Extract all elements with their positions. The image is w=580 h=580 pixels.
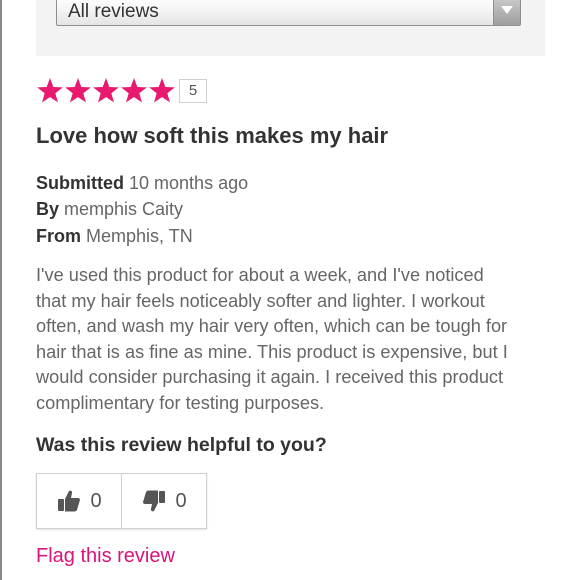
- submitted-value: 10 months ago: [129, 173, 249, 193]
- star-icon: [65, 78, 91, 103]
- review-filter-select[interactable]: All reviews: [56, 0, 521, 26]
- location-label: From: [36, 226, 81, 246]
- meta-submitted: Submitted 10 months ago: [36, 172, 248, 194]
- review-body-line: I've used this product for about a week,…: [36, 265, 484, 285]
- location-value: Memphis, TN: [86, 226, 193, 246]
- rating-count-badge: 5: [179, 79, 207, 103]
- review-body: I've used this product for about a week,…: [36, 263, 556, 416]
- meta-location: From Memphis, TN: [36, 225, 193, 247]
- helpful-yes-button[interactable]: 0: [37, 474, 121, 528]
- author-label: By: [36, 199, 60, 219]
- star-icon: [121, 78, 147, 103]
- helpful-question: Was this review helpful to you?: [36, 434, 327, 456]
- review-title: Love how soft this makes my hair: [36, 123, 389, 148]
- review-filter-value: All reviews: [68, 1, 159, 22]
- author-name: memphis Caity: [64, 199, 184, 219]
- helpful-vote-group: 0 0: [36, 473, 207, 529]
- helpful-no-button[interactable]: 0: [121, 474, 206, 528]
- thumbs-up-icon: [58, 490, 81, 512]
- review-page: All reviews 5 Love how soft this makes m…: [0, 0, 580, 580]
- star-icon: [37, 78, 63, 103]
- filter-panel: All reviews: [36, 0, 545, 56]
- review-body-line: that my hair feels noticeably softer and…: [36, 290, 485, 311]
- thumbs-down-icon: [143, 490, 166, 512]
- chevron-down-icon[interactable]: [493, 0, 520, 25]
- review-body-line: would consider purchasing it again. I re…: [36, 367, 504, 387]
- review-body-line: complimentary for testing purposes.: [36, 392, 325, 413]
- star-icon: [149, 78, 175, 103]
- left-divider: [0, 0, 2, 580]
- review-body-line: often, and wash my hair very often, whic…: [36, 316, 508, 336]
- helpful-yes-count: 0: [90, 489, 102, 512]
- flag-review-link[interactable]: Flag this review: [36, 545, 175, 568]
- star-rating: [37, 78, 175, 103]
- review-body-line: hair that is as fine as mine. This produ…: [36, 341, 508, 362]
- meta-author: By memphis Caity: [36, 198, 183, 220]
- helpful-no-count: 0: [175, 489, 187, 512]
- star-icon: [93, 78, 119, 103]
- submitted-label: Submitted: [36, 173, 124, 193]
